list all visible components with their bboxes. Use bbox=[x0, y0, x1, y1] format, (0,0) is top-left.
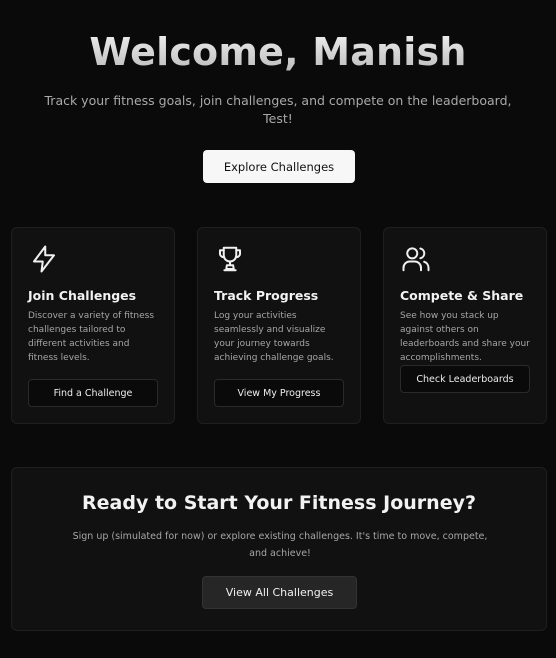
cta-section: Ready to Start Your Fitness Journey? Sig… bbox=[11, 467, 547, 631]
view-my-progress-button[interactable]: View My Progress bbox=[214, 379, 344, 407]
find-challenge-button[interactable]: Find a Challenge bbox=[28, 379, 158, 407]
feature-card-compete-share: Compete & Share See how you stack up aga… bbox=[383, 227, 547, 424]
feature-description: Discover a variety of fitness challenges… bbox=[28, 311, 155, 363]
lightning-bolt-icon bbox=[33, 245, 55, 273]
feature-description: See how you stack up against others on l… bbox=[400, 311, 530, 363]
check-leaderboards-button[interactable]: Check Leaderboards bbox=[400, 365, 530, 393]
cta-title: Ready to Start Your Fitness Journey? bbox=[82, 492, 476, 514]
page: Welcome, Manish Track your fitness goals… bbox=[0, 0, 556, 658]
hero-title: Welcome, Manish bbox=[0, 30, 556, 74]
feature-description: Log your activities seamlessly and visua… bbox=[214, 311, 334, 363]
users-icon bbox=[402, 247, 430, 272]
feature-card-join-challenges: Join Challenges Discover a variety of fi… bbox=[11, 227, 175, 424]
trophy-icon bbox=[218, 246, 242, 272]
feature-card-track-progress: Track Progress Log your activities seaml… bbox=[197, 227, 361, 424]
view-all-challenges-button[interactable]: View All Challenges bbox=[202, 576, 357, 609]
explore-challenges-button[interactable]: Explore Challenges bbox=[203, 150, 355, 183]
feature-title: Join Challenges bbox=[28, 288, 137, 303]
feature-title: Track Progress bbox=[214, 288, 319, 303]
cta-subtitle: Sign up (simulated for now) or explore e… bbox=[72, 531, 488, 559]
hero-subtitle: Track your fitness goals, join challenge… bbox=[44, 93, 512, 126]
feature-title: Compete & Share bbox=[400, 288, 524, 303]
